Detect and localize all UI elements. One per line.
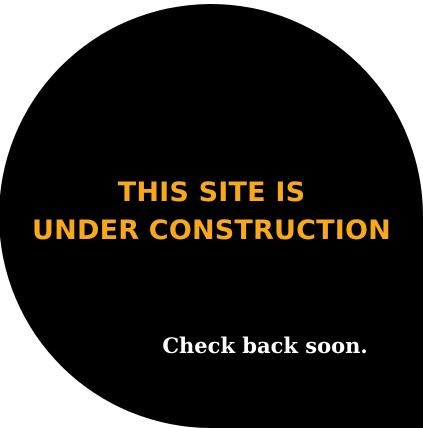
headline-line-1: THIS SITE IS xyxy=(117,177,306,208)
check-back-message: Check back soon. xyxy=(162,333,368,358)
headline-line-2: UNDER CONSTRUCTION xyxy=(32,215,391,246)
